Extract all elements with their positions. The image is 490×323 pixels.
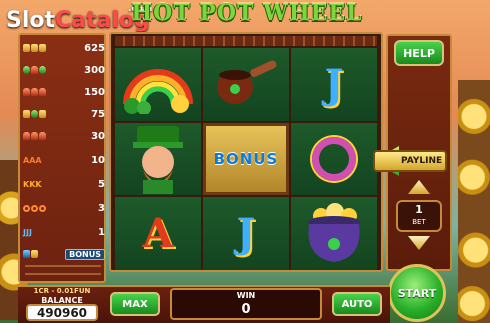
paytable-row-gold: 625 — [23, 39, 105, 57]
game-title: HOT POT WHEEL — [131, 0, 363, 26]
paytable-row-pipe: 150 — [23, 83, 105, 101]
reel-cell — [291, 122, 377, 196]
gold-pot-icon — [308, 202, 360, 262]
paytable-bonus-label: BONUS — [65, 248, 105, 260]
paytable-row-j: JJJ 1 — [23, 223, 105, 241]
autoplay-button[interactable]: AUTO — [332, 292, 382, 316]
pipe-icon — [217, 60, 277, 105]
reel-cell — [291, 197, 377, 270]
reel-cell — [115, 122, 201, 196]
reels-frame: J BONUS A J — [109, 32, 383, 272]
letter-q-icon — [23, 204, 46, 212]
letter-q-symbol — [312, 136, 356, 181]
reel-cell — [203, 48, 289, 121]
paytable-panel: 625 300 150 75 30 AAA 10 KKK 5 3 JJJ 1 B… — [18, 33, 106, 283]
gold-coins-decor-right — [458, 80, 490, 323]
paytable-value: 300 — [84, 64, 105, 76]
paytable-value: 30 — [91, 130, 105, 142]
letter-a-symbol: A — [142, 210, 174, 258]
leprechaun-icon — [133, 125, 183, 194]
rainbow-icon — [23, 66, 46, 74]
paytable-row-mushroom: 30 — [23, 127, 105, 145]
bonus-symbol-icon — [23, 250, 38, 258]
reel-cell: J — [291, 48, 377, 121]
paytable-value: 75 — [91, 108, 105, 120]
reel-cell: A — [115, 197, 201, 270]
bet-display: 1 BET — [396, 200, 442, 232]
letter-a-icon: AAA — [23, 155, 42, 165]
gold-coin-stack-icon — [23, 44, 46, 52]
paytable-value: 10 — [91, 154, 105, 166]
rainbow-pot-icon — [123, 69, 193, 115]
paytable-value: 1 — [98, 226, 105, 238]
paytable-row-a: AAA 10 — [23, 151, 105, 169]
leprechaun-icon — [23, 110, 46, 118]
pipe-icon — [23, 88, 46, 96]
paytable-row-q: 3 — [23, 199, 105, 217]
paytable-value: 625 — [84, 42, 105, 54]
credit-info: 1CR - 0.01FUN — [33, 287, 91, 295]
bet-label: BET — [412, 218, 426, 226]
max-bet-button[interactable]: MAX — [110, 292, 160, 316]
paytable-value: 150 — [84, 86, 105, 98]
paytable-value: 3 — [98, 202, 105, 214]
reel-grid: J BONUS A J — [115, 48, 377, 270]
letter-j-symbol: J — [236, 210, 256, 258]
letter-j-symbol: J — [324, 60, 344, 108]
payline-button[interactable]: PAYLINE — [373, 150, 447, 172]
letter-j-icon: JJJ — [23, 227, 32, 237]
paytable-row-leprechaun: 75 — [23, 105, 105, 123]
reels-frame-top-border — [115, 36, 377, 46]
paytable-row-bonus: BONUS — [23, 245, 105, 263]
start-button[interactable]: START — [388, 264, 446, 322]
win-value: 0 — [241, 302, 251, 317]
bonus-symbol: BONUS — [213, 149, 279, 168]
paytable-row-k: KKK 5 — [23, 175, 105, 193]
balance-value: 490960 — [26, 304, 98, 321]
reel-cell: J — [203, 197, 289, 270]
letter-k-icon: KKK — [23, 179, 42, 189]
win-label: WIN — [236, 291, 256, 300]
mushroom-icon — [23, 132, 46, 140]
reel-cell — [115, 48, 201, 121]
help-button[interactable]: HELP — [394, 40, 444, 66]
paytable-ornament — [25, 265, 101, 275]
paytable-value: 5 — [98, 178, 105, 190]
reel-cell-bonus: BONUS — [203, 122, 289, 196]
win-display: WIN 0 — [170, 288, 322, 320]
paytable-row-rainbow: 300 — [23, 61, 105, 79]
bet-value: 1 — [415, 203, 423, 216]
